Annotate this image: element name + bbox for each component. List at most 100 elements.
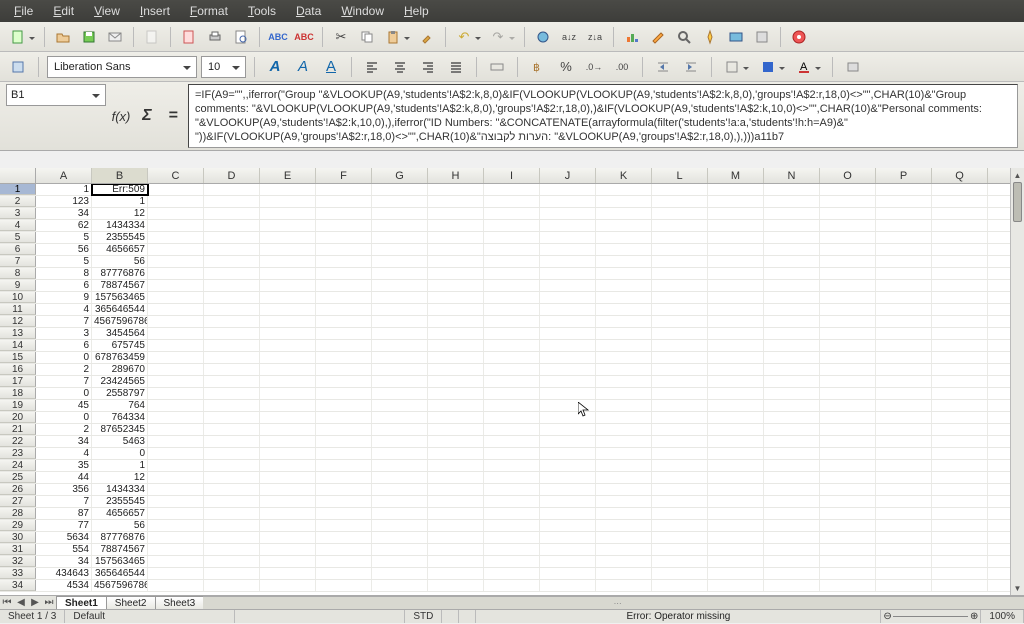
row-header[interactable]: 10 xyxy=(0,292,36,303)
align-right-button[interactable] xyxy=(416,55,440,79)
cell[interactable] xyxy=(428,388,484,399)
cell[interactable] xyxy=(148,364,204,375)
menu-format[interactable]: Format xyxy=(182,2,236,20)
cell[interactable] xyxy=(596,556,652,567)
undo-button[interactable]: ↶ xyxy=(452,25,476,49)
formula-input[interactable]: =IF(A9="",,iferror("Group "&VLOOKUP(A9,'… xyxy=(188,84,1018,148)
cell[interactable] xyxy=(316,388,372,399)
cell[interactable] xyxy=(764,256,820,267)
cell[interactable] xyxy=(764,184,820,195)
cell[interactable] xyxy=(148,424,204,435)
cell[interactable] xyxy=(316,532,372,543)
cell[interactable] xyxy=(820,556,876,567)
row-header[interactable]: 29 xyxy=(0,520,36,531)
cell[interactable] xyxy=(428,292,484,303)
align-center-button[interactable] xyxy=(388,55,412,79)
col-header-A[interactable]: A xyxy=(36,168,92,183)
cell[interactable] xyxy=(148,568,204,579)
cell[interactable] xyxy=(652,436,708,447)
col-header-G[interactable]: G xyxy=(372,168,428,183)
cell[interactable] xyxy=(372,388,428,399)
cell[interactable] xyxy=(204,220,260,231)
cell[interactable] xyxy=(876,412,932,423)
cell[interactable] xyxy=(316,364,372,375)
cell[interactable] xyxy=(372,508,428,519)
cell[interactable] xyxy=(596,316,652,327)
cell[interactable] xyxy=(876,304,932,315)
cell[interactable] xyxy=(932,220,988,231)
cell[interactable] xyxy=(428,472,484,483)
cell[interactable] xyxy=(820,328,876,339)
cell[interactable]: 157563465 xyxy=(92,292,148,303)
cell[interactable] xyxy=(204,364,260,375)
cell[interactable] xyxy=(708,496,764,507)
cell[interactable] xyxy=(876,196,932,207)
cell[interactable]: 4656657 xyxy=(92,244,148,255)
cell[interactable] xyxy=(764,508,820,519)
cell[interactable] xyxy=(204,352,260,363)
cell[interactable]: 365646544 xyxy=(92,568,148,579)
cell[interactable] xyxy=(148,472,204,483)
cell[interactable] xyxy=(764,388,820,399)
cell[interactable] xyxy=(596,208,652,219)
cell[interactable] xyxy=(428,340,484,351)
menu-window[interactable]: Window xyxy=(333,2,392,20)
menu-help[interactable]: Help xyxy=(396,2,437,20)
cell[interactable] xyxy=(484,388,540,399)
cell[interactable] xyxy=(372,376,428,387)
cell[interactable]: 56 xyxy=(92,256,148,267)
cell[interactable] xyxy=(540,280,596,291)
cell[interactable]: 78874567 xyxy=(92,544,148,555)
cell[interactable] xyxy=(260,352,316,363)
col-header-J[interactable]: J xyxy=(540,168,596,183)
cell[interactable] xyxy=(484,304,540,315)
cell[interactable] xyxy=(260,460,316,471)
increase-indent-button[interactable] xyxy=(679,55,703,79)
cell[interactable] xyxy=(372,244,428,255)
status-zoom[interactable]: 100% xyxy=(981,610,1024,623)
cell[interactable] xyxy=(876,400,932,411)
cell[interactable] xyxy=(484,532,540,543)
cell[interactable] xyxy=(876,208,932,219)
cell[interactable] xyxy=(708,556,764,567)
cell[interactable] xyxy=(260,424,316,435)
cell[interactable] xyxy=(316,412,372,423)
export-pdf-button[interactable] xyxy=(177,25,201,49)
cell[interactable] xyxy=(428,532,484,543)
cell[interactable]: 6 xyxy=(36,340,92,351)
cell[interactable] xyxy=(148,340,204,351)
col-header-B[interactable]: B xyxy=(92,168,148,183)
cell[interactable] xyxy=(876,484,932,495)
cell[interactable]: 123 xyxy=(36,196,92,207)
cell[interactable] xyxy=(372,304,428,315)
cell[interactable] xyxy=(932,424,988,435)
cell[interactable] xyxy=(484,376,540,387)
cell[interactable] xyxy=(204,376,260,387)
cell[interactable]: 678763459 xyxy=(92,352,148,363)
cell[interactable] xyxy=(652,508,708,519)
underline-button[interactable]: A xyxy=(319,55,343,79)
cut-button[interactable]: ✂ xyxy=(329,25,353,49)
cell[interactable] xyxy=(428,268,484,279)
cell[interactable] xyxy=(596,184,652,195)
cell[interactable] xyxy=(428,496,484,507)
cell[interactable] xyxy=(708,304,764,315)
fontcolor-button[interactable]: A xyxy=(792,55,816,79)
cell[interactable] xyxy=(652,328,708,339)
cell[interactable] xyxy=(148,304,204,315)
cell[interactable] xyxy=(596,268,652,279)
cell[interactable] xyxy=(708,532,764,543)
copy-button[interactable] xyxy=(355,25,379,49)
row-header[interactable]: 22 xyxy=(0,436,36,447)
cell[interactable] xyxy=(484,520,540,531)
spellcheck-button[interactable]: ABC xyxy=(266,25,290,49)
col-header-P[interactable]: P xyxy=(876,168,932,183)
cell[interactable]: 0 xyxy=(36,388,92,399)
cell[interactable] xyxy=(372,448,428,459)
currency-button[interactable]: ฿ xyxy=(526,55,550,79)
cell[interactable] xyxy=(372,352,428,363)
cell[interactable] xyxy=(148,412,204,423)
col-header-C[interactable]: C xyxy=(148,168,204,183)
row-header[interactable]: 31 xyxy=(0,544,36,555)
cell[interactable] xyxy=(820,484,876,495)
